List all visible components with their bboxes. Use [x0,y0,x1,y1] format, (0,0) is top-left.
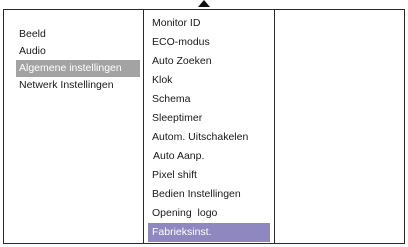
sub-menu-item-sleeptimer[interactable]: Sleeptimer [148,109,270,128]
sub-menu-item-auto-aanp[interactable]: Auto Aanp. [148,147,270,166]
sub-menu-item-auto-zoeken[interactable]: Auto Zoeken [148,52,270,71]
sub-menu-item-klok[interactable]: Klok [148,71,270,90]
main-menu-item-netwerk-instellingen[interactable]: Netwerk Instellingen [16,77,140,94]
main-menu-item-algemene-instellingen[interactable]: Algemene instellingen [16,60,140,77]
sub-menu-item-fabrieksinst[interactable]: Fabrieksinst. [148,223,270,242]
sub-menu-item-eco-modus[interactable]: ECO-modus [148,33,270,52]
main-menu-item-audio[interactable]: Audio [16,43,140,60]
sub-menu-item-opening-logo[interactable]: Opening logo [148,204,270,223]
main-menu-item-beeld[interactable]: Beeld [16,26,140,43]
sub-menu-item-pixel-shift[interactable]: Pixel shift [148,166,270,185]
sub-menu-item-autom-uitschakelen[interactable]: Autom. Uitschakelen [148,128,270,147]
column-divider-right [274,9,275,244]
sub-menu: Monitor ID ECO-modus Auto Zoeken Klok Sc… [148,14,270,242]
sub-menu-item-schema[interactable]: Schema [148,90,270,109]
scroll-up-arrow-icon[interactable] [198,0,210,7]
sub-menu-item-monitor-id[interactable]: Monitor ID [148,14,270,33]
sub-menu-item-bedien-instellingen[interactable]: Bedien Instellingen [148,185,270,204]
main-menu: Beeld Audio Algemene instellingen Netwer… [16,26,140,94]
column-divider-left [143,9,144,244]
